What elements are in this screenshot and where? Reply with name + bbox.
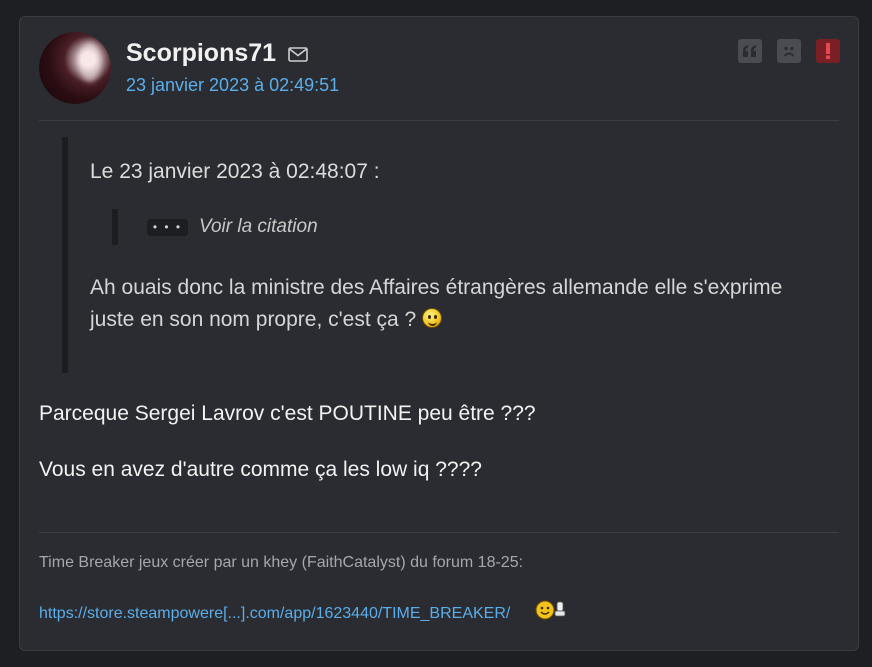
- quote-icon[interactable]: [738, 39, 762, 63]
- avatar[interactable]: [39, 32, 111, 104]
- signature-divider: [39, 532, 839, 533]
- mail-icon[interactable]: [288, 47, 308, 62]
- post-body-line-2: Vous en avez d'autre comme ça les low iq…: [39, 458, 482, 481]
- smiley-icon: [422, 308, 443, 328]
- report-icon[interactable]: [816, 39, 840, 63]
- forum-post: Scorpions71 23 janvier 2023 à 02:49:51 L…: [19, 16, 859, 651]
- author-name[interactable]: Scorpions71: [126, 39, 276, 68]
- post-date-link[interactable]: 23 janvier 2023 à 02:49:51: [126, 75, 339, 96]
- signature-text: Time Breaker jeux créer par un khey (Fai…: [39, 554, 524, 571]
- expand-quote-button[interactable]: • • •: [147, 218, 188, 236]
- signature-link[interactable]: https://store.steampowere[...].com/app/1…: [39, 605, 510, 623]
- quote-header: Le 23 janvier 2023 à 02:48:07 :: [90, 160, 380, 183]
- sad-face-icon[interactable]: [777, 39, 801, 63]
- quote-text: Ah ouais donc la ministre des Affaires é…: [90, 272, 790, 336]
- see-quote-label[interactable]: Voir la citation: [199, 216, 318, 238]
- post-body-line-1: Parceque Sergei Lavrov c'est POUTINE peu…: [39, 402, 536, 425]
- nested-quote: • • • Voir la citation: [112, 209, 318, 245]
- header-divider: [39, 120, 839, 121]
- blockquote: Le 23 janvier 2023 à 02:48:07 : • • • Vo…: [62, 137, 802, 373]
- thumbs-up-smiley-icon: [535, 600, 566, 620]
- post-actions: [738, 39, 840, 63]
